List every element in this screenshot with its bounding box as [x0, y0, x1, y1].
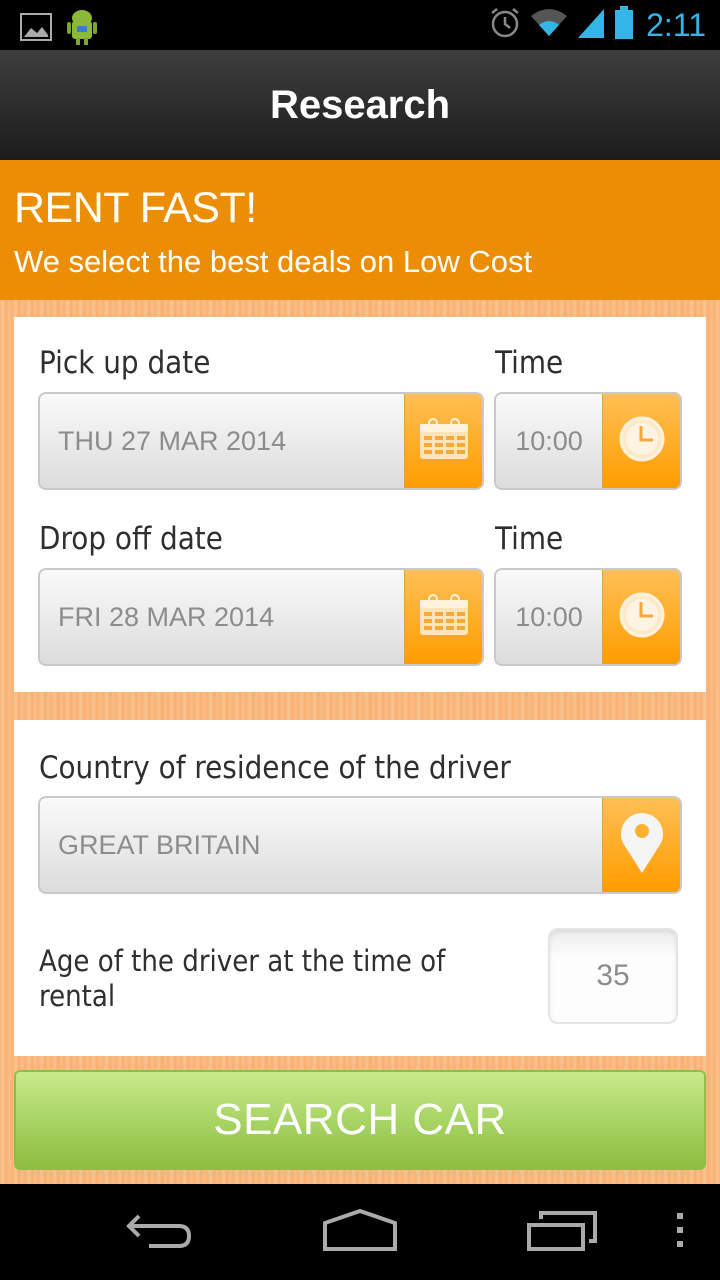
action-bar: Research: [0, 50, 720, 160]
home-button[interactable]: [318, 1204, 402, 1260]
clock: 2:11: [646, 7, 706, 43]
recent-apps-button[interactable]: [520, 1204, 604, 1260]
gallery-icon: [20, 11, 52, 48]
content-area: RENT FAST! We select the best deals on L…: [0, 160, 720, 1184]
pickup-time-label: Time: [495, 345, 564, 381]
calendar-icon: [419, 417, 469, 465]
clock-icon: [618, 415, 666, 468]
age-input[interactable]: 35: [548, 928, 678, 1024]
location-pin-icon: [618, 811, 666, 880]
dropoff-time-value[interactable]: 10:00: [496, 570, 602, 664]
clock-icon: [618, 591, 666, 644]
pickup-date-value[interactable]: THU 27 MAR 2014: [40, 394, 404, 488]
dates-card: Pick up date Time THU 27 MAR 2014 10:00 …: [14, 317, 706, 692]
pickup-date-picker-button[interactable]: [404, 394, 482, 488]
dropoff-time-field[interactable]: 10:00: [494, 568, 682, 666]
country-value[interactable]: GREAT BRITAIN: [40, 798, 602, 892]
search-car-button[interactable]: SEARCH CAR: [14, 1070, 706, 1170]
signal-icon: [576, 7, 606, 44]
driver-card: Country of residence of the driver GREAT…: [14, 720, 706, 1056]
wifi-icon: [530, 8, 568, 43]
promo-banner: RENT FAST! We select the best deals on L…: [0, 160, 720, 300]
dropoff-date-label: Drop off date: [39, 521, 223, 557]
banner-title: RENT FAST!: [14, 184, 257, 232]
home-icon: [322, 1208, 398, 1256]
dropoff-time-label: Time: [495, 521, 564, 557]
country-label: Country of residence of the driver: [39, 750, 511, 786]
pickup-time-picker-button[interactable]: [602, 394, 680, 488]
age-label: Age of the driver at the time of rental: [39, 944, 446, 1013]
android-icon: [66, 8, 98, 51]
country-location-button[interactable]: [602, 798, 680, 892]
status-bar: 2:11: [0, 0, 720, 50]
recent-apps-icon: [526, 1209, 598, 1256]
alarm-icon: [488, 6, 522, 45]
calendar-icon: [419, 593, 469, 641]
overflow-menu-button[interactable]: [664, 1204, 696, 1260]
dropoff-time-picker-button[interactable]: [602, 570, 680, 664]
pickup-time-field[interactable]: 10:00: [494, 392, 682, 490]
battery-icon: [614, 6, 634, 45]
navigation-bar: [0, 1184, 720, 1280]
pickup-time-value[interactable]: 10:00: [496, 394, 602, 488]
pickup-date-label: Pick up date: [39, 345, 211, 381]
dropoff-date-picker-button[interactable]: [404, 570, 482, 664]
banner-subtitle: We select the best deals on Low Cost: [14, 244, 533, 279]
country-field[interactable]: GREAT BRITAIN: [38, 796, 682, 894]
overflow-menu-icon: [675, 1212, 685, 1252]
dropoff-date-value[interactable]: FRI 28 MAR 2014: [40, 570, 404, 664]
back-icon: [125, 1210, 195, 1255]
dropoff-date-field[interactable]: FRI 28 MAR 2014: [38, 568, 484, 666]
page-title: Research: [269, 82, 451, 127]
pickup-date-field[interactable]: THU 27 MAR 2014: [38, 392, 484, 490]
back-button[interactable]: [118, 1204, 202, 1260]
